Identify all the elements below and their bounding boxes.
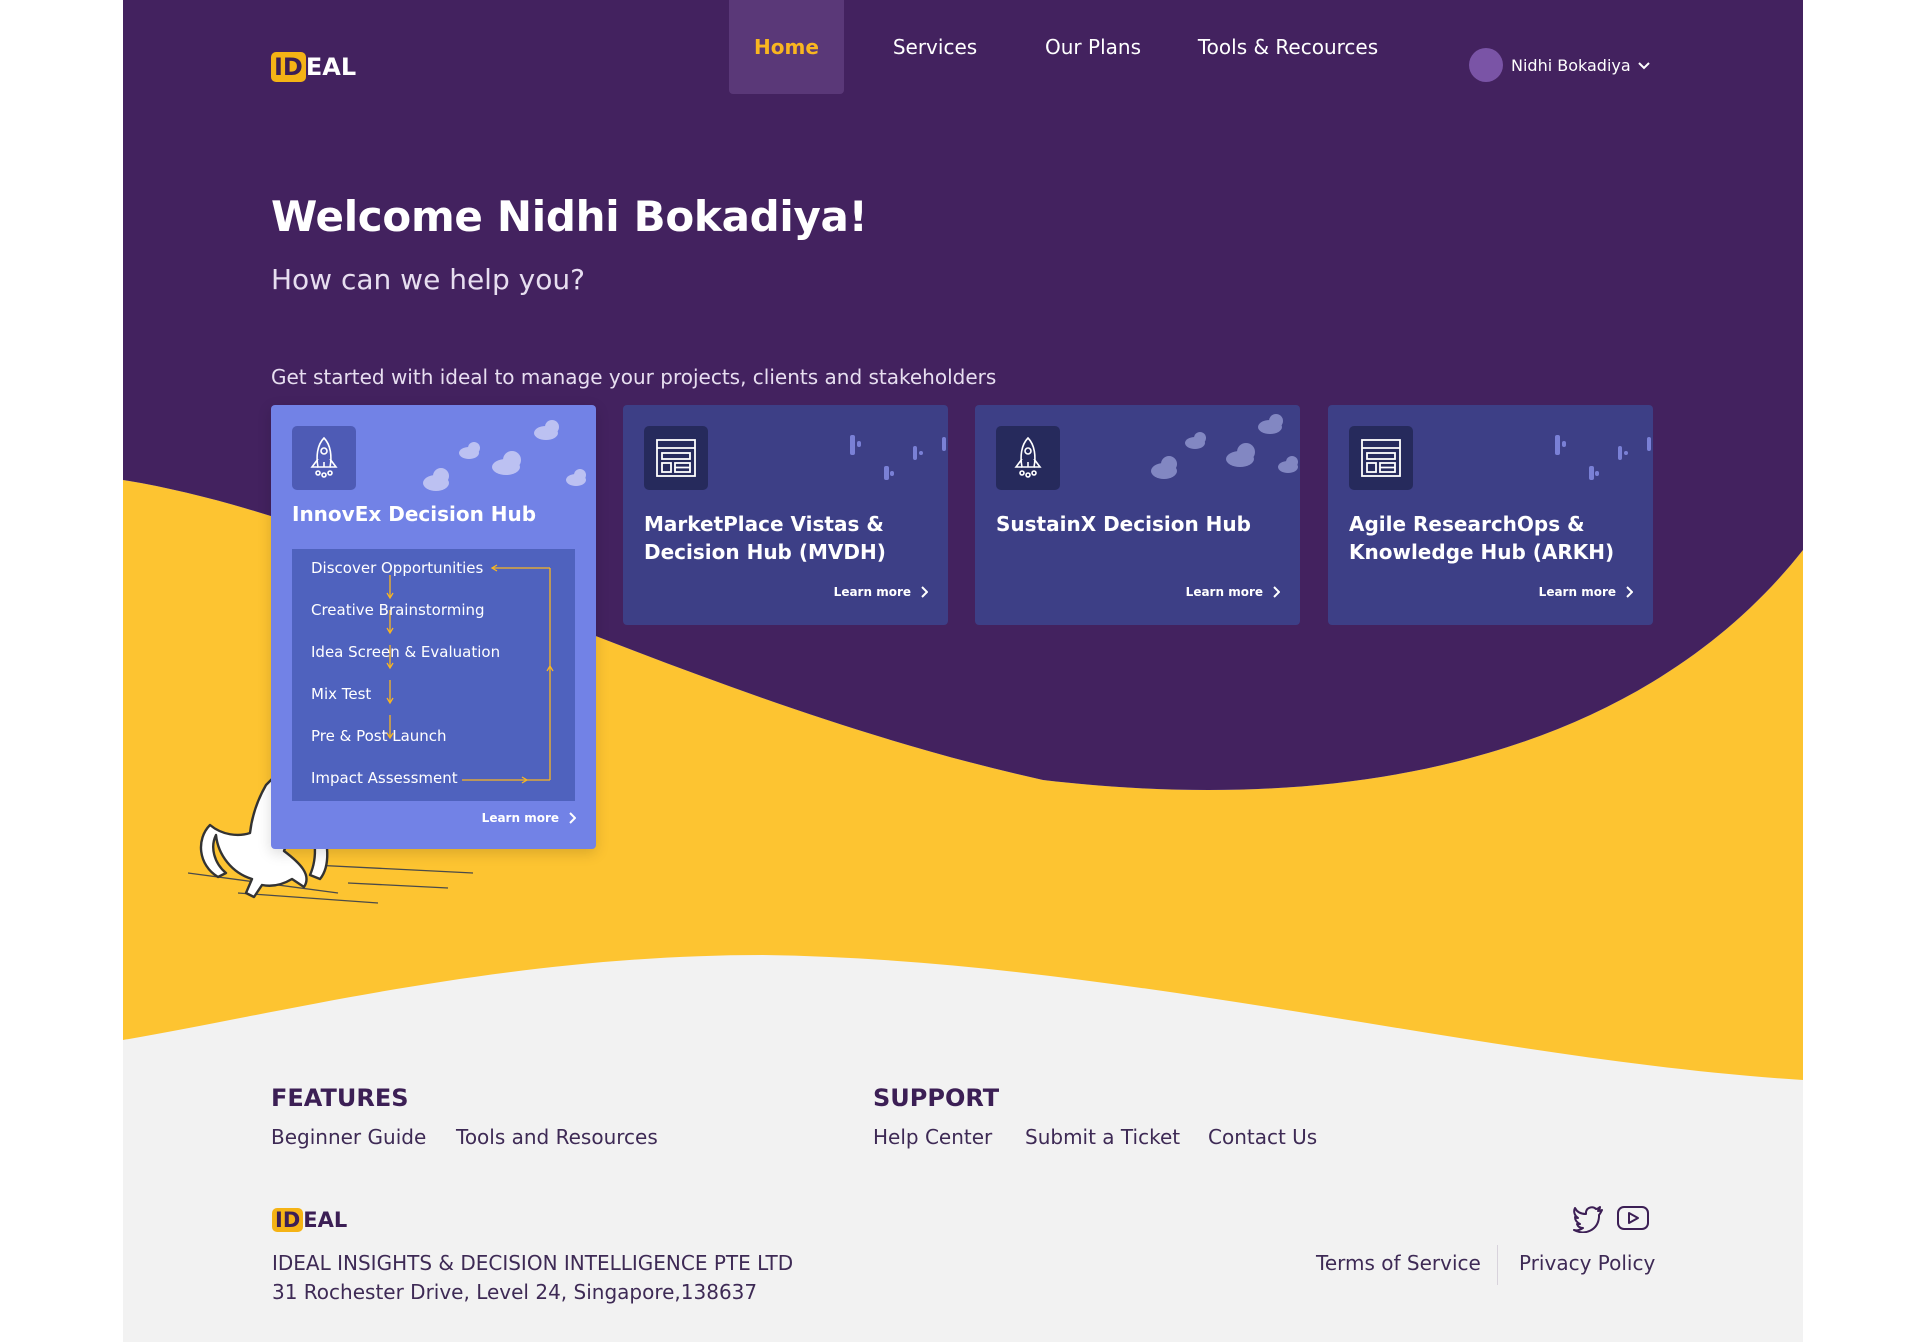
card-mvdh[interactable]: MarketPlace Vistas & Decision Hub (MVDH)…	[623, 405, 948, 625]
user-name: Nidhi Bokadiya	[1511, 55, 1631, 75]
terms-of-service-link[interactable]: Terms of Service	[1316, 1251, 1481, 1275]
footer-link-help-center[interactable]: Help Center	[873, 1125, 992, 1149]
header-logo[interactable]: ID EAL	[271, 52, 356, 82]
learn-more-label: Learn more	[1185, 585, 1263, 599]
chevron-down-icon	[1637, 62, 1650, 70]
card-innovex[interactable]: InnovEx Decision Hub Discover Opportunit…	[271, 405, 596, 849]
nav-services-label: Services	[892, 35, 978, 59]
learn-more-link[interactable]: Learn more	[1539, 585, 1633, 599]
features-heading: FEATURES	[271, 1084, 409, 1112]
learn-more-label: Learn more	[1538, 585, 1616, 599]
logo-mark: ID	[271, 52, 306, 82]
card-title: MarketPlace Vistas & Decision Hub (MVDH)	[644, 512, 886, 564]
nav-services[interactable]: Services	[875, 0, 995, 94]
privacy-policy-link[interactable]: Privacy Policy	[1519, 1251, 1655, 1275]
footer-link-beginner-guide[interactable]: Beginner Guide	[271, 1125, 426, 1149]
user-menu[interactable]: Nidhi Bokadiya	[1469, 48, 1651, 82]
rocket-icon	[1014, 436, 1042, 478]
step-item: Pre & Post Launch	[311, 727, 447, 745]
card-title: InnovEx Decision Hub	[292, 502, 537, 526]
card-arkh[interactable]: Agile ResearchOps & Knowledge Hub (ARKH)…	[1328, 405, 1653, 625]
chevron-right-icon	[1626, 586, 1633, 598]
step-item: Idea Screen & Evaluation	[311, 643, 501, 661]
learn-more-link[interactable]: Learn more	[1186, 585, 1280, 599]
get-started-text: Get started with ideal to manage your pr…	[271, 365, 997, 389]
learn-more-link[interactable]: Learn more	[834, 585, 928, 599]
card-icon-tile	[644, 426, 708, 490]
chevron-right-icon	[921, 586, 928, 598]
company-name: IDEAL INSIGHTS & DECISION INTELLIGENCE P…	[272, 1251, 794, 1275]
chevron-right-icon	[1273, 586, 1280, 598]
card-icon-tile	[1349, 426, 1413, 490]
nav-home[interactable]: Home	[729, 0, 844, 94]
learn-more-label: Learn more	[481, 811, 559, 825]
step-item: Impact Assessment	[311, 769, 458, 787]
card-icon-tile	[996, 426, 1060, 490]
learn-more-label: Learn more	[833, 585, 911, 599]
footer-link-tools-resources[interactable]: Tools and Resources	[456, 1125, 658, 1149]
footer-link-submit-ticket[interactable]: Submit a Ticket	[1025, 1125, 1180, 1149]
flow-arrows	[386, 564, 554, 784]
card-sustainx[interactable]: SustainX Decision Hub Learn more	[975, 405, 1300, 625]
company-address: 31 Rochester Drive, Level 24, Singapore,…	[272, 1280, 758, 1304]
divider	[1497, 1245, 1498, 1285]
step-item: Mix Test	[311, 685, 372, 703]
footer-logo[interactable]: ID EAL	[272, 1208, 347, 1232]
learn-more-link[interactable]: Learn more	[482, 811, 576, 825]
nav-tools-resources-label: Tools & Recources	[1197, 35, 1379, 59]
card-title: Agile ResearchOps & Knowledge Hub (ARKH)	[1349, 512, 1615, 564]
step-item: Discover Opportunities	[311, 559, 484, 577]
help-subtitle: How can we help you?	[271, 263, 585, 296]
twitter-icon[interactable]	[1573, 1205, 1605, 1233]
footer-link-contact-us[interactable]: Contact Us	[1208, 1125, 1317, 1149]
card-title: SustainX Decision Hub	[996, 512, 1251, 536]
welcome-title: Welcome Nidhi Bokadiya!	[271, 192, 868, 241]
steps-flow: Discover Opportunities Creative Brainsto…	[292, 549, 575, 801]
bars-decoration	[850, 435, 946, 480]
card-icon-tile	[292, 426, 356, 490]
nav-our-plans[interactable]: Our Plans	[1031, 0, 1155, 94]
support-heading: SUPPORT	[873, 1084, 1000, 1112]
youtube-icon[interactable]	[1616, 1205, 1650, 1231]
nav-tools-resources[interactable]: Tools & Recources	[1193, 0, 1383, 94]
logo-text: EAL	[303, 1208, 348, 1232]
layout-icon	[1361, 439, 1401, 477]
clouds-decoration	[423, 420, 586, 491]
avatar	[1469, 48, 1503, 82]
nav-home-label: Home	[754, 35, 819, 59]
clouds-decoration	[1151, 414, 1298, 479]
chevron-right-icon	[569, 812, 576, 824]
page: ID EAL Home Services Our Plans Tools & R…	[123, 0, 1803, 1342]
logo-mark: ID	[272, 1208, 304, 1232]
bars-decoration	[1555, 435, 1651, 480]
rocket-icon	[310, 436, 338, 478]
layout-icon	[656, 439, 696, 477]
nav-our-plans-label: Our Plans	[1045, 35, 1141, 59]
logo-text: EAL	[305, 53, 357, 81]
step-item: Creative Brainstorming	[311, 601, 485, 619]
